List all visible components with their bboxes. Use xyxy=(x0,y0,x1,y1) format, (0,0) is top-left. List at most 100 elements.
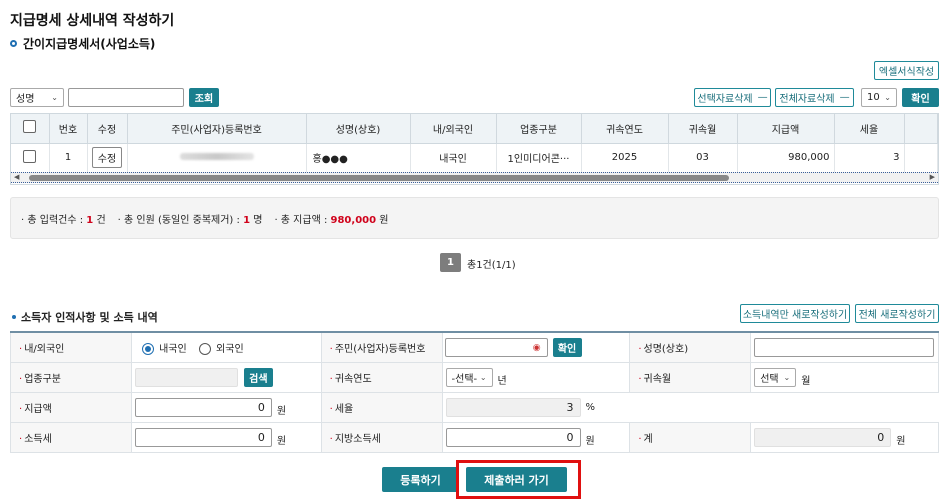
income-tax-input[interactable]: 0 xyxy=(134,427,272,447)
select-all-checkbox[interactable] xyxy=(23,120,37,134)
form-row: · 업종구분 검색 · 귀속연도 -선택- ⌄ 년 · 귀속월 선택 ⌄ 월 xyxy=(10,361,939,393)
summary-persons-label: 총 인원 (동일인 중복제거) : xyxy=(124,214,240,226)
required-dot-icon: · xyxy=(329,373,333,385)
keyboard-security-icon[interactable]: ◉ xyxy=(533,343,541,353)
summary-amount-label: 총 지급액 : xyxy=(280,214,328,226)
row-name: 홍●●● xyxy=(306,143,411,173)
summary-count: · 총 입력건수 : 1 건 xyxy=(21,214,106,226)
required-dot-icon: · xyxy=(638,343,642,355)
new-income-only-button[interactable]: 소득내역만 새로작성하기 xyxy=(740,304,850,323)
id-cell: ◉ 확인 xyxy=(441,331,631,363)
income-form: · 내/외국인 내국인 외국인 · 주민(사업자)등록번호 ◉ 확인 · 성명(상호)… xyxy=(10,331,939,453)
total-label: · 계 xyxy=(629,421,752,453)
col-header: 주민(사업자)등록번호 xyxy=(127,114,307,144)
summary-amount-value: 980,000 xyxy=(330,214,377,226)
summary-persons-unit: 명 xyxy=(253,214,263,226)
year-select[interactable]: -선택- ⌄ xyxy=(445,367,493,387)
required-dot-icon: · xyxy=(638,433,642,445)
summary-persons: · 총 인원 (동일인 중복제거) : 1 명 xyxy=(117,214,263,226)
page-number-button[interactable]: 1 xyxy=(440,253,461,272)
pagination-total: 총1건(1/1) xyxy=(467,260,516,271)
delete-selected-label: 선택자료삭제 xyxy=(697,94,753,105)
select-all-cell[interactable] xyxy=(11,114,50,144)
month-select-value: 선택 xyxy=(760,373,779,385)
amount-input[interactable]: 0 xyxy=(134,397,272,417)
local-tax-unit: 원 xyxy=(585,435,595,447)
required-dot-icon: · xyxy=(19,343,23,355)
industry-input xyxy=(134,367,238,387)
amount-cell: 0 원 xyxy=(130,391,322,423)
excel-form-button[interactable]: 엑셀서식작성 xyxy=(874,61,939,80)
col-header-filler xyxy=(904,114,938,144)
summary-amount: · 총 지급액 : 980,000 원 xyxy=(274,214,389,226)
row-filler xyxy=(904,143,938,173)
id-label: · 주민(사업자)등록번호 xyxy=(320,331,443,363)
id-input[interactable]: ◉ xyxy=(444,338,548,357)
search-button[interactable]: 조회 xyxy=(189,88,219,107)
new-all-button[interactable]: 전체 새로작성하기 xyxy=(855,304,939,323)
page-size-select[interactable]: 10 ⌄ xyxy=(861,88,897,107)
foreign-radio[interactable] xyxy=(198,342,211,355)
col-header: 지급액 xyxy=(737,114,835,144)
scroll-left-arrow-icon[interactable]: ◀ xyxy=(14,173,19,181)
required-dot-icon: · xyxy=(329,343,333,355)
search-field-select[interactable]: 성명 ⌄ xyxy=(10,88,64,107)
row-nationality: 내국인 xyxy=(410,143,497,173)
col-header: 귀속연도 xyxy=(581,114,669,144)
foreign-label[interactable]: 외국인 xyxy=(216,344,244,355)
summary-count-value: 1 xyxy=(86,214,94,226)
domestic-label[interactable]: 내국인 xyxy=(159,344,187,355)
industry-label: · 업종구분 xyxy=(10,361,132,393)
delete-all-label: 전체자료삭제 xyxy=(779,94,835,105)
page-subtitle: 간이지급명세서(사업소득) xyxy=(10,35,155,52)
amount-label: · 지급액 xyxy=(10,391,132,423)
delete-all-button[interactable]: 전체자료삭제 — xyxy=(775,88,854,107)
row-month: 03 xyxy=(668,143,738,173)
domestic-radio[interactable] xyxy=(141,342,154,355)
required-dot-icon: · xyxy=(329,403,333,415)
industry-cell: 검색 xyxy=(130,361,322,393)
row-year: 2025 xyxy=(581,143,669,173)
industry-search-button[interactable]: 검색 xyxy=(243,367,273,387)
id-confirm-button[interactable]: 확인 xyxy=(552,338,582,357)
register-button[interactable]: 등록하기 xyxy=(382,467,459,492)
page-size-confirm-button[interactable]: 확인 xyxy=(902,88,939,107)
row-select-cell[interactable] xyxy=(11,143,50,173)
name-input[interactable] xyxy=(754,338,935,357)
search-input[interactable] xyxy=(68,88,184,107)
col-header: 번호 xyxy=(49,114,88,144)
section-title-text: 소득자 인적사항 및 소득 내역 xyxy=(21,311,158,324)
col-header: 업종구분 xyxy=(496,114,582,144)
summary-persons-value: 1 xyxy=(243,214,251,226)
industry-label-text: 업종구분 xyxy=(24,373,61,385)
row-checkbox[interactable] xyxy=(23,149,37,163)
row-rate: 3 xyxy=(834,143,905,173)
rate-label-text: 세율 xyxy=(334,403,354,415)
delete-selected-button[interactable]: 선택자료삭제 — xyxy=(694,88,771,107)
year-label: · 귀속연도 xyxy=(320,361,443,393)
scroll-right-arrow-icon[interactable]: ▶ xyxy=(930,173,935,181)
total-cell: 0 원 xyxy=(750,421,939,453)
required-dot-icon: · xyxy=(329,433,333,445)
scroll-thumb[interactable] xyxy=(29,175,729,181)
masked-id xyxy=(179,153,254,160)
col-header: 성명(상호) xyxy=(306,114,411,144)
required-dot-icon: · xyxy=(19,433,23,445)
section-title: 소득자 인적사항 및 소득 내역 xyxy=(12,309,158,325)
local-tax-input[interactable]: 0 xyxy=(445,427,581,447)
grid-horizontal-scrollbar[interactable]: ◀ ▶ xyxy=(11,172,938,183)
table-row[interactable]: 1 수정 홍●●● 내국인 1인미디어콘··· 2025 03 980,000 … xyxy=(11,143,938,173)
chevron-down-icon: ⌄ xyxy=(783,372,791,382)
row-id-masked xyxy=(127,143,307,173)
required-dot-icon: · xyxy=(19,373,23,385)
submit-button[interactable]: 제출하러 가기 xyxy=(466,467,567,492)
row-edit-button[interactable]: 수정 xyxy=(91,147,123,168)
col-header: 수정 xyxy=(87,114,128,144)
year-unit: 년 xyxy=(497,375,507,387)
bullet-dot-icon xyxy=(12,315,16,319)
rate-unit: % xyxy=(585,401,596,413)
required-dot-icon: · xyxy=(19,403,23,415)
income-tax-label-text: 소득세 xyxy=(24,433,52,445)
col-header: 내/외국인 xyxy=(410,114,497,144)
month-select[interactable]: 선택 ⌄ xyxy=(754,367,797,387)
